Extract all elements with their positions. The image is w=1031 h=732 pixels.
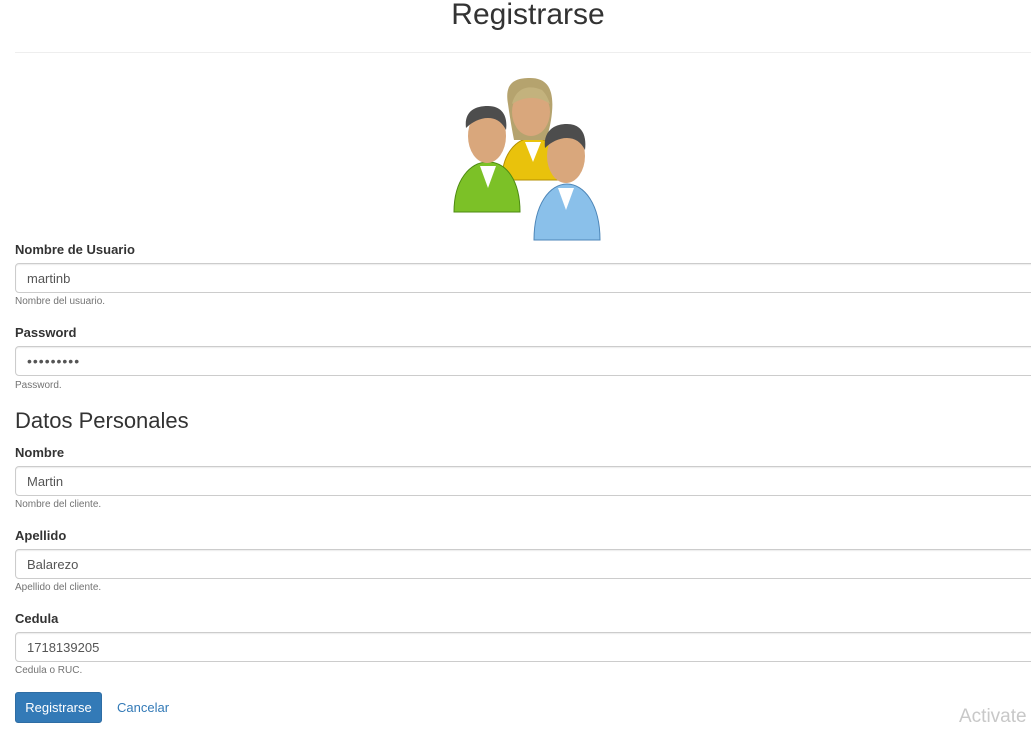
nombre-help: Nombre del cliente.	[15, 499, 102, 510]
password-label: Password	[15, 325, 77, 340]
nombre-input[interactable]	[15, 466, 1031, 496]
cedula-label: Cedula	[15, 611, 59, 626]
username-label: Nombre de Usuario	[15, 242, 135, 257]
cedula-input[interactable]	[15, 632, 1031, 662]
password-input[interactable]	[15, 346, 1031, 376]
cancel-link[interactable]: Cancelar	[117, 700, 169, 715]
apellido-input[interactable]	[15, 549, 1031, 579]
password-help: Password.	[15, 380, 62, 391]
apellido-label: Apellido	[15, 528, 67, 543]
apellido-help: Apellido del cliente.	[15, 582, 102, 593]
section-title-personal: Datos Personales	[15, 408, 189, 433]
users-group-icon	[453, 78, 601, 241]
username-help: Nombre del usuario.	[15, 296, 106, 307]
nombre-label: Nombre	[15, 445, 65, 460]
title-divider	[15, 52, 1031, 53]
activate-watermark: Activate	[959, 706, 1027, 727]
register-button[interactable]: Registrarse	[15, 692, 102, 723]
cedula-help: Cedula o RUC.	[15, 665, 83, 676]
page-title: Registrarse	[451, 0, 605, 31]
username-input[interactable]	[15, 263, 1031, 293]
